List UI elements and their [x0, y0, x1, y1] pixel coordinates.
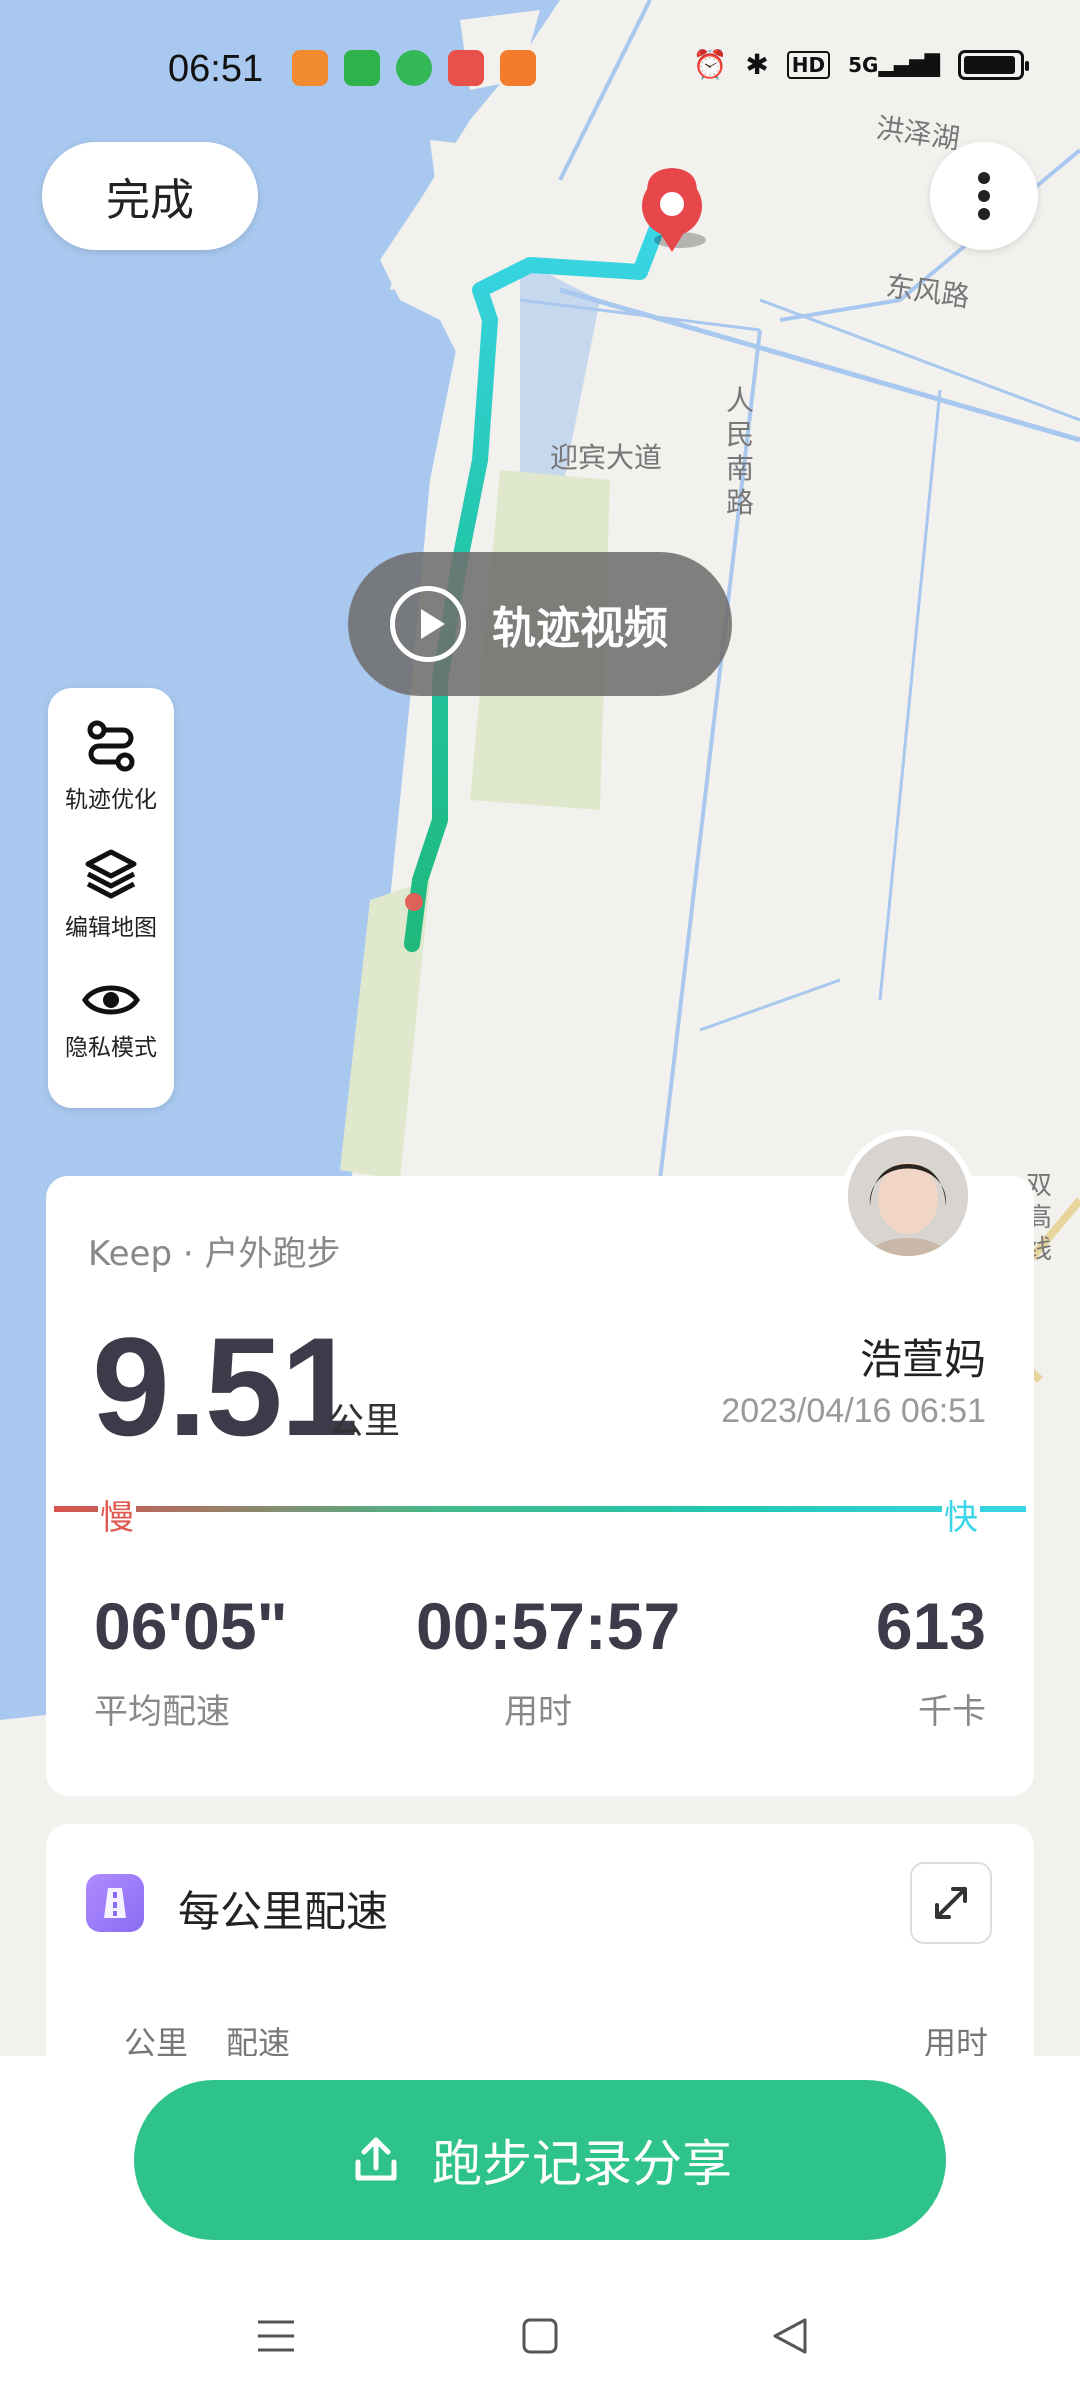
nav-menu-button[interactable] — [246, 2306, 306, 2366]
route-start-dot — [405, 893, 423, 911]
app-notify-icon — [344, 50, 380, 86]
app-notify-icon — [396, 50, 432, 86]
tool-route-optimize[interactable]: 轨迹优化 — [48, 718, 174, 814]
calories-value: 613 — [875, 1589, 986, 1663]
hd-icon: HD — [786, 50, 831, 79]
app-notify-icon — [500, 50, 536, 86]
track-video-button[interactable]: 轨迹视频 — [348, 552, 732, 696]
app-notify-icon — [292, 50, 328, 86]
app-notify-icon — [448, 50, 484, 86]
bottom-bar: 跑步记录分享 — [0, 2056, 1080, 2400]
avg-pace-label: 平均配速 — [94, 1692, 230, 1732]
route-optimize-icon — [87, 720, 135, 772]
track-video-label: 轨迹视频 — [492, 603, 668, 654]
user-name: 浩萱妈 — [859, 1335, 986, 1384]
done-button[interactable]: 完成 — [42, 142, 258, 250]
distance-unit: 公里 — [328, 1401, 401, 1442]
expand-button[interactable] — [910, 1862, 992, 1944]
expand-icon — [935, 1887, 967, 1919]
bluetooth-icon: ✱ — [745, 48, 769, 81]
pace-chart-icon — [86, 1874, 144, 1932]
home-square-icon — [522, 2318, 558, 2354]
map-label-renmin: 人民南路 — [726, 384, 755, 519]
run-summary-card: Keep · 户外跑步 9.51 公里 浩萱妈 2023/04/16 06:51… — [46, 1176, 1034, 1796]
user-avatar[interactable] — [842, 1130, 974, 1262]
back-triangle-icon — [773, 2318, 807, 2354]
duration-label: 用时 — [504, 1692, 572, 1732]
calories-label: 千卡 — [918, 1692, 986, 1732]
pace-gradient-bar — [54, 1506, 1026, 1512]
alarm-icon: ⏰ — [692, 48, 728, 81]
share-icon — [355, 2137, 397, 2181]
system-nav-bar — [0, 2306, 1080, 2386]
distance-value: 9.51 — [92, 1308, 358, 1465]
duration-value: 00:57:57 — [416, 1589, 681, 1663]
tool-label: 编辑地图 — [65, 915, 157, 941]
nav-back-button[interactable] — [760, 2306, 820, 2366]
tool-edit-map[interactable]: 编辑地图 — [48, 846, 174, 942]
battery-icon — [958, 49, 1029, 80]
more-options-button[interactable] — [930, 142, 1038, 250]
menu-icon — [258, 2320, 294, 2352]
layers-icon — [85, 849, 137, 899]
tool-privacy-mode[interactable]: 隐私模式 — [48, 978, 174, 1062]
play-icon — [390, 586, 466, 662]
run-date: 2023/04/16 06:51 — [721, 1392, 986, 1430]
avg-pace-value: 06'05" — [94, 1589, 288, 1663]
signal-icon: 5G▂▄▆█ — [848, 52, 940, 77]
pace-card-title: 每公里配速 — [178, 1887, 389, 1936]
network-type: 5G — [848, 52, 879, 77]
map-tools-panel: 轨迹优化 编辑地图 隐私模式 — [48, 688, 174, 1108]
map-label-yingbin: 迎宾大道 — [550, 441, 663, 474]
status-time: 06:51 — [168, 48, 264, 90]
run-source: Keep · 户外跑步 — [88, 1234, 341, 1274]
slow-label: 慢 — [98, 1490, 136, 1539]
eye-icon — [82, 985, 140, 1015]
share-label: 跑步记录分享 — [432, 2135, 732, 2193]
more-vertical-icon — [978, 172, 990, 220]
tool-label: 轨迹优化 — [65, 787, 157, 813]
tool-label: 隐私模式 — [65, 1035, 157, 1061]
notification-icons — [292, 50, 536, 86]
avatar-image — [848, 1136, 968, 1256]
fast-label: 快 — [942, 1490, 980, 1539]
system-icons: ⏰ ✱ HD 5G▂▄▆█ — [692, 48, 1029, 81]
status-bar: 06:51 ⏰ ✱ HD 5G▂▄▆█ — [0, 0, 1080, 140]
road-icon — [104, 1888, 126, 1918]
share-run-button[interactable]: 跑步记录分享 — [134, 2080, 946, 2240]
nav-home-button[interactable] — [510, 2306, 570, 2366]
